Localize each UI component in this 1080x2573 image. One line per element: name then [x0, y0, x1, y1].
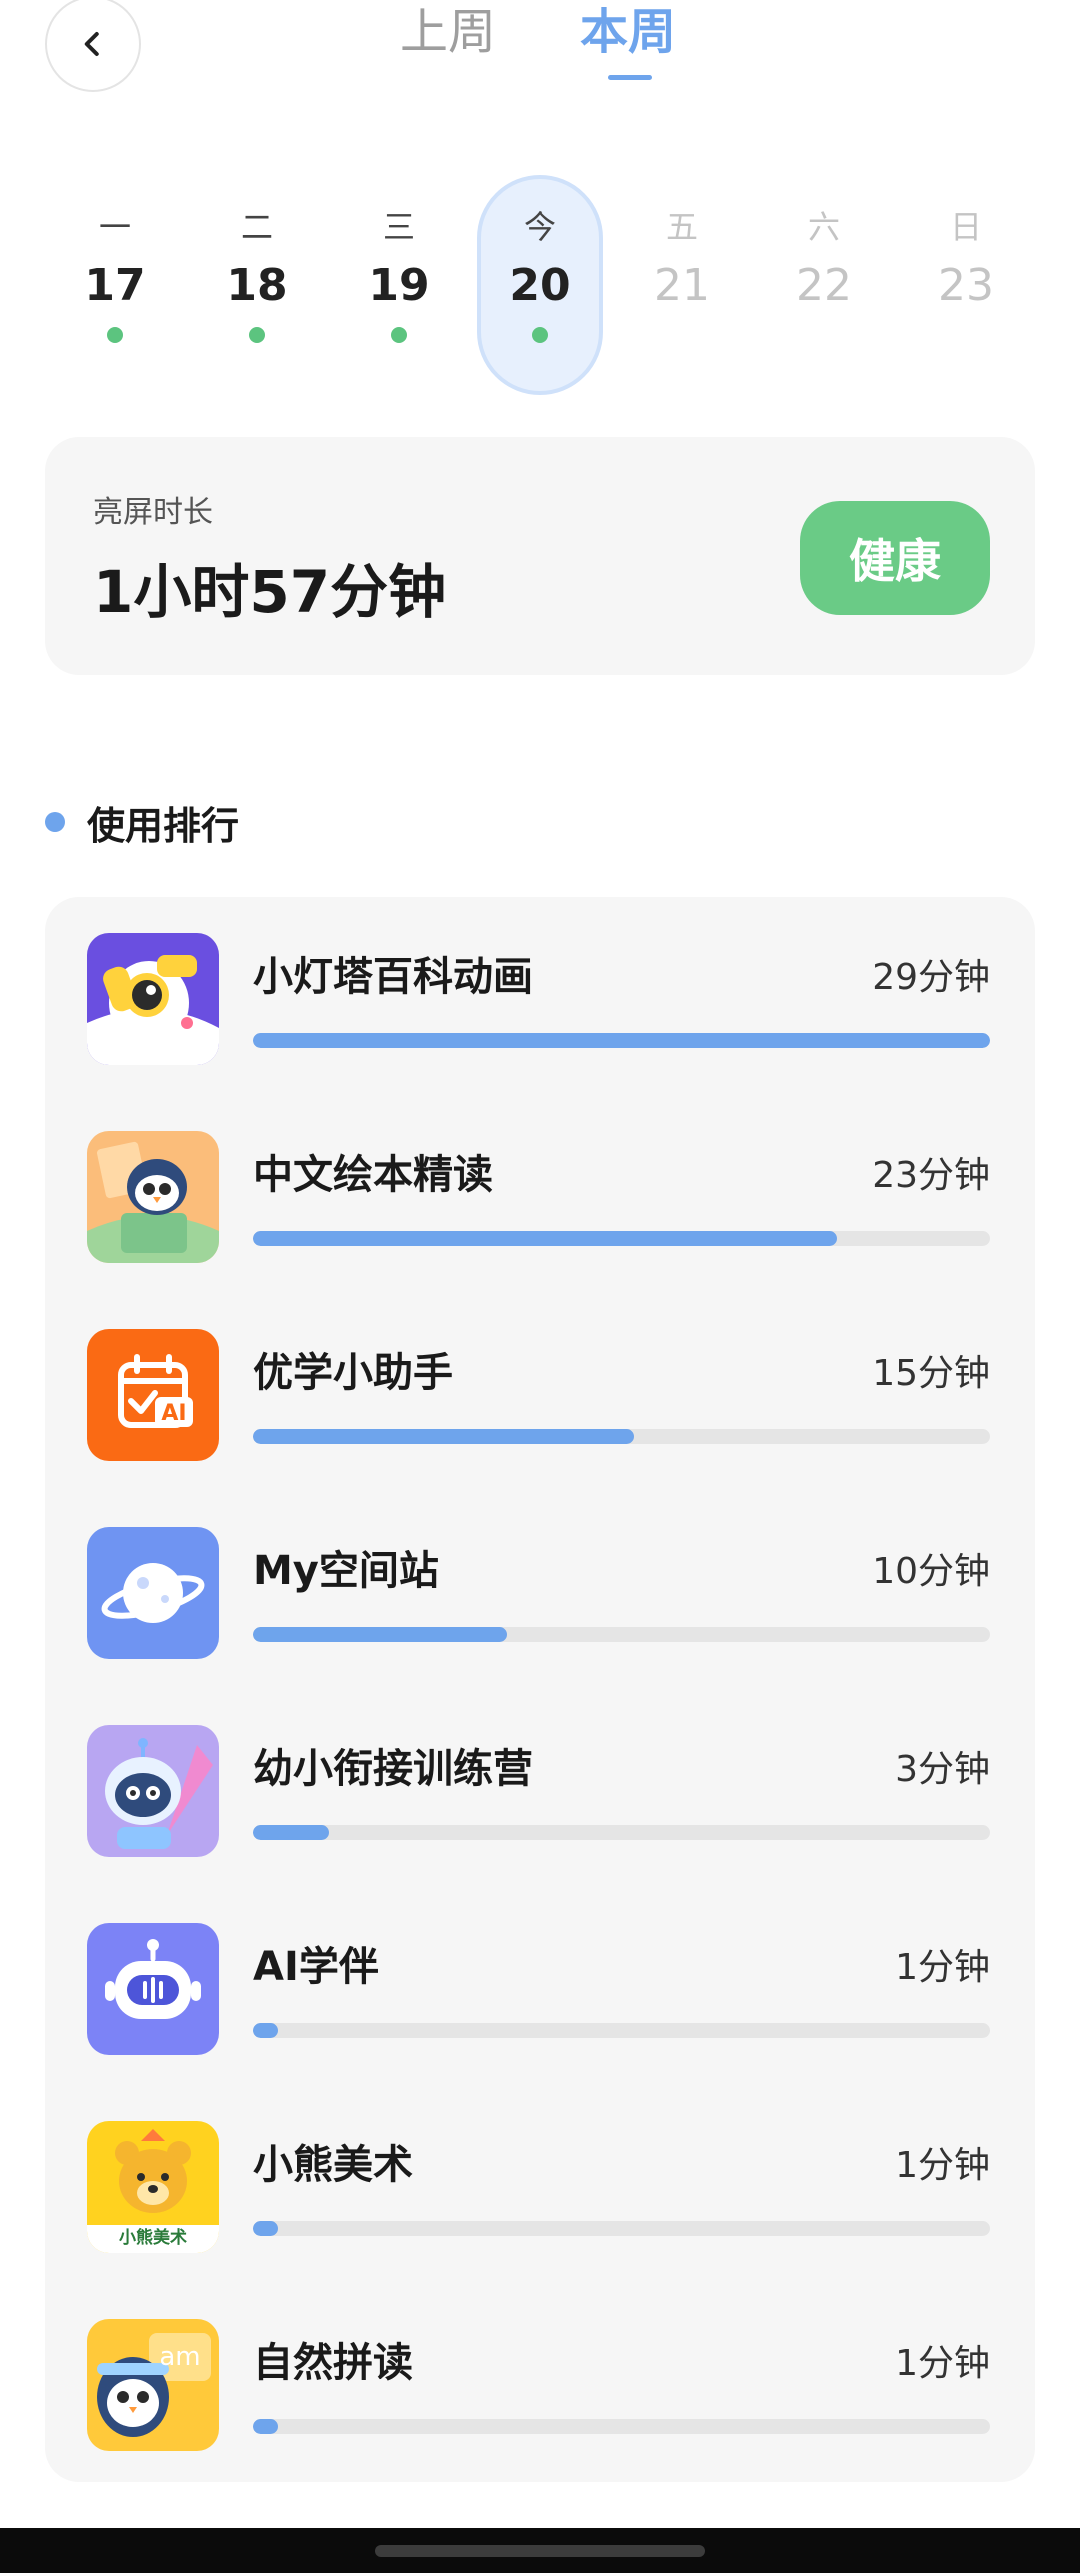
usage-bar-track: [253, 2023, 990, 2038]
icon-caption: am: [159, 2342, 201, 2372]
usage-bar-fill: [253, 2419, 279, 2434]
day-weekday: 一: [98, 208, 131, 246]
app-usage-time: 1分钟: [895, 1947, 990, 1988]
app-name: 幼小衔接训练营: [253, 1746, 533, 1792]
back-button[interactable]: [45, 0, 141, 92]
app-name: 中文绘本精读: [253, 1152, 493, 1198]
day-date: 23: [938, 260, 994, 311]
week-day-selector: 一 17 二 18 三 19 今 20 五 21 六 22 日 23: [0, 175, 1080, 395]
day-weekday: 二: [240, 208, 273, 246]
usage-bar-track: [253, 1231, 990, 1246]
health-status-button[interactable]: 健康: [800, 501, 990, 615]
usage-dot: [107, 327, 123, 343]
app-name: 小灯塔百科动画: [253, 954, 533, 1000]
tab-this-week[interactable]: 本周: [580, 2, 676, 62]
usage-bar-track: [253, 1627, 990, 1642]
app-name: My空间站: [253, 1548, 439, 1594]
day-date: 20: [509, 260, 571, 311]
usage-dot: [249, 327, 265, 343]
app-name: 优学小助手: [253, 1350, 453, 1396]
usage-bar-fill: [253, 1825, 329, 1840]
day-date: 21: [654, 260, 710, 311]
tab-last-week[interactable]: 上周: [400, 2, 496, 62]
calendar-ai-icon: AI: [87, 1329, 219, 1461]
chevron-left-icon: [84, 32, 99, 56]
app-name: 自然拼读: [253, 2340, 413, 2386]
day-weekday: 日: [949, 208, 982, 246]
day-item-today[interactable]: 今 20: [477, 175, 603, 395]
app-row[interactable]: 中文绘本精读 23分钟: [45, 1095, 1035, 1293]
usage-bar-track: [253, 2221, 990, 2236]
app-usage-time: 3分钟: [895, 1749, 990, 1790]
usage-bar-fill: [253, 1231, 838, 1246]
usage-bar-track: [253, 1429, 990, 1444]
day-date: 18: [226, 260, 288, 311]
active-tab-indicator: [608, 75, 652, 80]
usage-bar-fill: [253, 2221, 279, 2236]
svg-text:AI: AI: [161, 1401, 186, 1426]
app-usage-time: 1分钟: [895, 2343, 990, 2384]
screen-time-label: 亮屏时长: [93, 495, 213, 530]
day-date: 22: [796, 260, 852, 311]
icon-caption: 小熊美术: [119, 2228, 187, 2248]
robot-penguin-icon: [87, 1725, 219, 1857]
usage-dot: [391, 327, 407, 343]
app-row[interactable]: am 自然拼读 1分钟: [45, 2283, 1035, 2481]
day-weekday: 今: [523, 208, 556, 246]
home-indicator[interactable]: [375, 2545, 705, 2557]
app-usage-time: 23分钟: [872, 1155, 990, 1196]
app-row[interactable]: 小灯塔百科动画 29分钟: [45, 897, 1035, 1095]
day-item-fri[interactable]: 五 21: [619, 175, 745, 395]
day-item-tue[interactable]: 二 18: [194, 175, 320, 395]
section-dot-icon: [45, 812, 65, 832]
lighthouse-mascot-icon: [87, 933, 219, 1065]
usage-dot: [532, 327, 548, 343]
planet-icon: [87, 1527, 219, 1659]
app-row[interactable]: AI学伴 1分钟: [45, 1887, 1035, 2085]
day-item-mon[interactable]: 一 17: [52, 175, 178, 395]
app-usage-time: 1分钟: [895, 2145, 990, 2186]
picture-book-penguin-icon: [87, 1131, 219, 1263]
day-date: 19: [368, 260, 430, 311]
robot-head-icon: [87, 1923, 219, 2055]
app-usage-time: 10分钟: [872, 1551, 990, 1592]
section-title: 使用排行: [87, 803, 240, 848]
usage-bar-fill: [253, 1429, 635, 1444]
usage-bar-fill: [253, 1033, 990, 1048]
day-weekday: 六: [807, 208, 840, 246]
app-name: 小熊美术: [253, 2142, 413, 2188]
app-row[interactable]: 小熊美术 小熊美术 1分钟: [45, 2085, 1035, 2283]
screen-time-card: 亮屏时长 1小时57分钟 健康: [45, 437, 1035, 675]
day-weekday: 三: [382, 208, 415, 246]
day-date: 17: [84, 260, 146, 311]
app-row[interactable]: AI 优学小助手 15分钟: [45, 1293, 1035, 1491]
app-row[interactable]: 幼小衔接训练营 3分钟: [45, 1689, 1035, 1887]
app-name: AI学伴: [253, 1944, 379, 1990]
day-item-sat[interactable]: 六 22: [761, 175, 887, 395]
day-weekday: 五: [665, 208, 698, 246]
app-usage-time: 29分钟: [872, 957, 990, 998]
bear-art-icon: 小熊美术: [87, 2121, 219, 2253]
day-item-sun[interactable]: 日 23: [903, 175, 1029, 395]
usage-ranking-header: 使用排行: [45, 798, 239, 848]
app-usage-time: 15分钟: [872, 1353, 990, 1394]
phonics-penguin-icon: am: [87, 2319, 219, 2451]
usage-bar-fill: [253, 1627, 508, 1642]
usage-bar-track: [253, 1033, 990, 1048]
usage-bar-fill: [253, 2023, 279, 2038]
weekly-usage-page: 上周 本周 一 17 二 18 三 19 今 20 五 21 六 22 日 23…: [0, 0, 1080, 2573]
usage-bar-track: [253, 1825, 990, 1840]
usage-bar-track: [253, 2419, 990, 2434]
screen-time-value: 1小时57分钟: [93, 558, 447, 626]
usage-ranking-list: 小灯塔百科动画 29分钟 中文绘本精读 23分钟 AI 优学小助手 15分钟 M…: [45, 897, 1035, 2482]
app-row[interactable]: My空间站 10分钟: [45, 1491, 1035, 1689]
day-item-wed[interactable]: 三 19: [336, 175, 462, 395]
